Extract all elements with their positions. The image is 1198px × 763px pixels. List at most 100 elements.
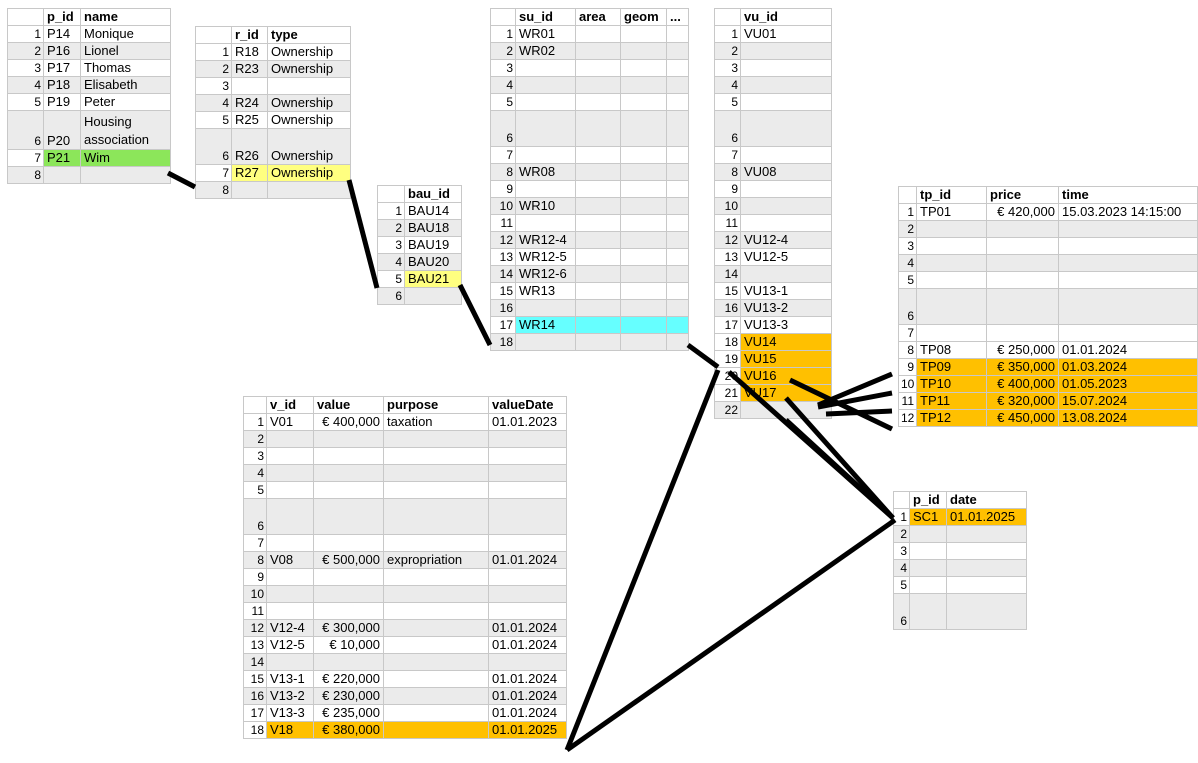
- row-number: 2: [243, 430, 267, 448]
- table-cell: [740, 265, 832, 283]
- table-cell: [740, 93, 832, 111]
- table-cell: V01: [266, 413, 314, 431]
- table-cell: [620, 180, 667, 198]
- row-number: 1: [377, 202, 405, 220]
- table-cell: 01.01.2024: [488, 704, 567, 722]
- table-cell: TP10: [916, 375, 987, 393]
- table-cell: [383, 534, 489, 552]
- row-number: 6: [7, 110, 44, 150]
- table-cell: [620, 59, 667, 77]
- row-number: 1: [7, 25, 44, 43]
- table-row: 8: [7, 166, 171, 184]
- table-row: 14: [243, 653, 567, 671]
- row-number: 7: [898, 324, 917, 342]
- table-cell: 01.01.2024: [1058, 341, 1198, 359]
- row-number: 9: [714, 180, 741, 198]
- table-cell: WR08: [515, 163, 576, 181]
- table-cell: [740, 180, 832, 198]
- table-cell: [575, 163, 621, 181]
- row-number: 12: [714, 231, 741, 249]
- table-row: 6: [893, 593, 1027, 630]
- row-number: 8: [714, 163, 741, 181]
- table-cell: V13-2: [266, 687, 314, 705]
- table-row: 15 VU13-1: [714, 282, 832, 300]
- link-right-baunit: [346, 179, 380, 289]
- table-row-highlighted: 7 P21 Wim: [7, 149, 171, 167]
- column-header: date: [946, 491, 1027, 509]
- row-number: 17: [490, 316, 516, 334]
- table-cell: [666, 248, 689, 266]
- table-cell: BAU21: [404, 270, 462, 288]
- table-row: 13 V12-5 € 10,000 01.01.2024: [243, 636, 567, 654]
- table-row: 6: [490, 110, 689, 147]
- table-cell: [43, 166, 81, 184]
- table-row: 4: [893, 559, 1027, 577]
- row-number: 11: [243, 602, 267, 620]
- table-cell: [575, 282, 621, 300]
- row-number: 4: [898, 254, 917, 272]
- table-cell: Lionel: [80, 42, 171, 60]
- table-cell: taxation: [383, 413, 489, 431]
- table-row: 5 R25 Ownership: [195, 111, 351, 129]
- table-row: 10: [714, 197, 832, 215]
- table-cell: V08: [266, 551, 314, 569]
- table-row: 3: [243, 447, 567, 465]
- column-header: valueDate: [488, 396, 567, 414]
- table-row: 2: [243, 430, 567, 448]
- row-number: 7: [195, 164, 232, 182]
- table-cell: € 230,000: [313, 687, 384, 705]
- row-number: 7: [7, 149, 44, 167]
- table-cell: 01.01.2024: [488, 670, 567, 688]
- table-cell: [666, 316, 689, 334]
- row-number: 12: [490, 231, 516, 249]
- table-cell: [575, 248, 621, 266]
- table-cell: V12-5: [266, 636, 314, 654]
- valuation-units-table: vu_id 1 VU01 2 3 4 5 6 7 8 VU08 9 10 11 12…: [714, 8, 832, 419]
- rights-table: r_id type 1 R18 Ownership 2 R23 Ownershi…: [195, 26, 351, 199]
- table-row: 15 WR13: [490, 282, 689, 300]
- table-row: 4 P18 Elisabeth: [7, 76, 171, 94]
- table-row-highlighted: 1 SC1 01.01.2025: [893, 508, 1027, 526]
- table-row: 13 WR12-5: [490, 248, 689, 266]
- table-cell: [666, 299, 689, 317]
- table-cell: WR12-5: [515, 248, 576, 266]
- row-number: 15: [243, 670, 267, 688]
- table-cell: [666, 333, 689, 351]
- table-cell: [666, 214, 689, 232]
- table-row: 1 P14 Monique: [7, 25, 171, 43]
- row-number: 14: [490, 265, 516, 283]
- table-row: 8 TP08 € 250,000 01.01.2024: [898, 341, 1198, 359]
- row-number: 13: [243, 636, 267, 654]
- table-row: 5: [243, 481, 567, 499]
- table-cell: [916, 271, 987, 289]
- row-number: 9: [490, 180, 516, 198]
- row-number: 5: [898, 271, 917, 289]
- table-cell: [488, 653, 567, 671]
- table-cell: [266, 653, 314, 671]
- table-row: 11: [490, 214, 689, 232]
- table-row-highlighted: 17 WR14: [490, 316, 689, 334]
- row-number: 18: [714, 333, 741, 351]
- row-number: 4: [490, 76, 516, 94]
- table-row: 1 VU01: [714, 25, 832, 43]
- table-cell: [267, 181, 351, 199]
- table-cell: [313, 653, 384, 671]
- table-cell: [1058, 220, 1198, 238]
- row-number: 4: [195, 94, 232, 112]
- row-number: 4: [377, 253, 405, 271]
- row-number: 4: [714, 76, 741, 94]
- table-cell: [666, 25, 689, 43]
- table-row: 15 V13-1 € 220,000 01.01.2024: [243, 670, 567, 688]
- table-cell: 01.01.2024: [488, 619, 567, 637]
- table-cell: [383, 619, 489, 637]
- table-cell: [266, 585, 314, 603]
- row-number: 10: [243, 585, 267, 603]
- table-row: 4: [490, 76, 689, 94]
- row-number: 3: [714, 59, 741, 77]
- table-cell: [313, 464, 384, 482]
- table-cell: [909, 525, 947, 543]
- table-row: 4: [243, 464, 567, 482]
- table-row-highlighted: 7 R27 Ownership: [195, 164, 351, 182]
- table-row: 16 VU13-2: [714, 299, 832, 317]
- table-cell: [740, 59, 832, 77]
